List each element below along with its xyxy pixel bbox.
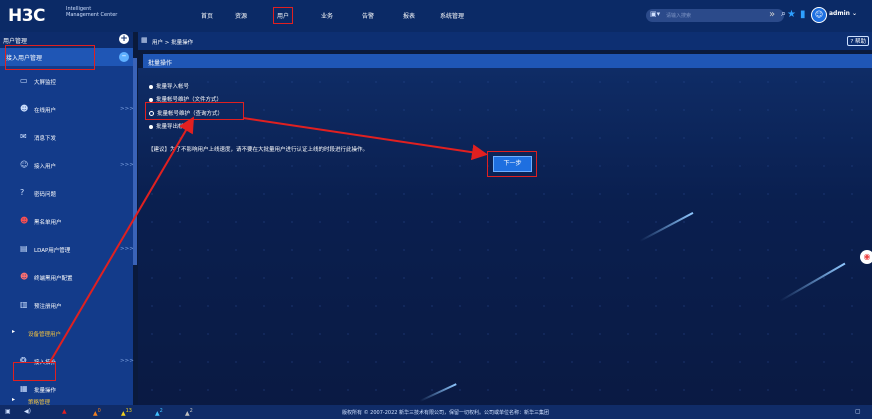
fullscreen-icon[interactable]: ▢ <box>855 408 861 415</box>
alert-triangle-icon[interactable]: ▲0 <box>93 408 101 417</box>
copyright-text: 版权所有 © 2007-2022 新华三技术有限公司，保留一切权利。公司或单位名… <box>342 410 550 416</box>
window-icon[interactable]: ▣ <box>5 408 11 415</box>
floating-assistant-icon[interactable]: ◉ <box>860 250 872 264</box>
alert-triangle-icon[interactable]: ▲2 <box>185 408 193 417</box>
sound-icon[interactable]: ◀) <box>24 408 31 415</box>
annotation-arrows <box>49 116 488 363</box>
status-bar: ▣ ◀) ▲ ▲0 ▲13 ▲2 ▲2 版权所有 © 2007-2022 新华三… <box>0 405 872 419</box>
alert-triangle-icon[interactable]: ▲13 <box>121 408 132 417</box>
alert-triangle-icon[interactable]: ▲2 <box>155 408 163 417</box>
annotation-arrow <box>242 117 488 161</box>
alert-triangle-icon[interactable]: ▲ <box>62 408 67 415</box>
annotation-arrow <box>49 116 195 363</box>
